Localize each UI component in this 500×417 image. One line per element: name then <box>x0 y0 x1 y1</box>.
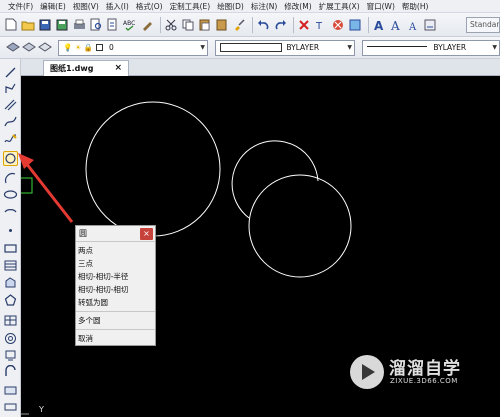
ucs-y-label: Y <box>39 405 44 414</box>
circle-options-popup: 圆 × 两点 三点 相切-相切-半径 相切-相切-相切 转弧为圆 多个圆 取消 <box>75 225 156 346</box>
cad-application-window: 文件(F) 编辑(E) 视图(V) 插入(I) 格式(O) 定制工具(E) 绘图… <box>0 0 500 417</box>
option-three-point[interactable]: 三点 <box>78 258 93 269</box>
option-tan-tan-radius[interactable]: 相切-相切-半径 <box>78 271 128 282</box>
popup-divider <box>76 311 155 312</box>
play-logo-icon <box>350 355 384 389</box>
option-two-point[interactable]: 两点 <box>78 245 93 256</box>
close-icon[interactable]: × <box>140 228 153 240</box>
watermark-url: ZIXUE.3D66.COM <box>390 377 458 385</box>
popup-divider <box>76 329 155 330</box>
option-tan-tan-tan[interactable]: 相切-相切-相切 <box>78 284 128 295</box>
watermark-title: 溜溜自学 <box>389 359 461 379</box>
option-arc-to-circle[interactable]: 转弧为圆 <box>78 297 108 308</box>
watermark: 溜溜自学 ZIXUE.3D66.COM <box>350 350 470 396</box>
option-multiple-circles[interactable]: 多个圆 <box>78 315 101 326</box>
option-cancel[interactable]: 取消 <box>78 333 93 344</box>
